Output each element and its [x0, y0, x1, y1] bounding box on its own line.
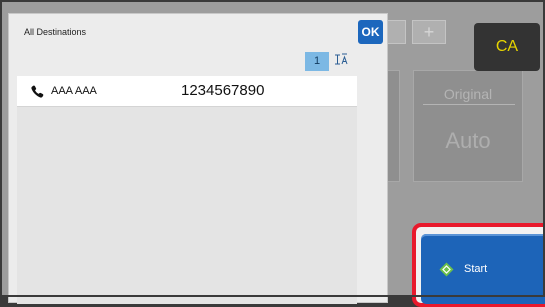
- sort-glyph: [335, 53, 348, 65]
- bg-tab-plus: +: [412, 20, 446, 44]
- start-diamond-icon: [439, 262, 454, 277]
- dialog-title: All Destinations: [24, 27, 87, 37]
- start-label: Start: [464, 263, 488, 275]
- destination-number: 1234567890: [181, 82, 265, 99]
- phone-icon: [31, 85, 44, 98]
- all-destinations-dialog: All Destinations OK 1 AAA AAA 1234567890: [8, 13, 388, 304]
- start-button[interactable]: Start: [421, 234, 545, 304]
- destination-name: AAA AAA: [51, 85, 97, 97]
- bg-panel-original-value: Auto: [445, 128, 491, 153]
- ca-button[interactable]: CA: [474, 23, 540, 71]
- bg-panel-divider: [423, 104, 515, 105]
- list-item[interactable]: AAA AAA 1234567890: [17, 76, 357, 107]
- bg-panel-original-label: Original: [443, 86, 493, 102]
- sort-icon[interactable]: [331, 52, 351, 71]
- destination-list: AAA AAA 1234567890: [17, 76, 357, 304]
- ok-button[interactable]: OK: [358, 20, 383, 44]
- destination-count-badge: 1: [305, 52, 329, 71]
